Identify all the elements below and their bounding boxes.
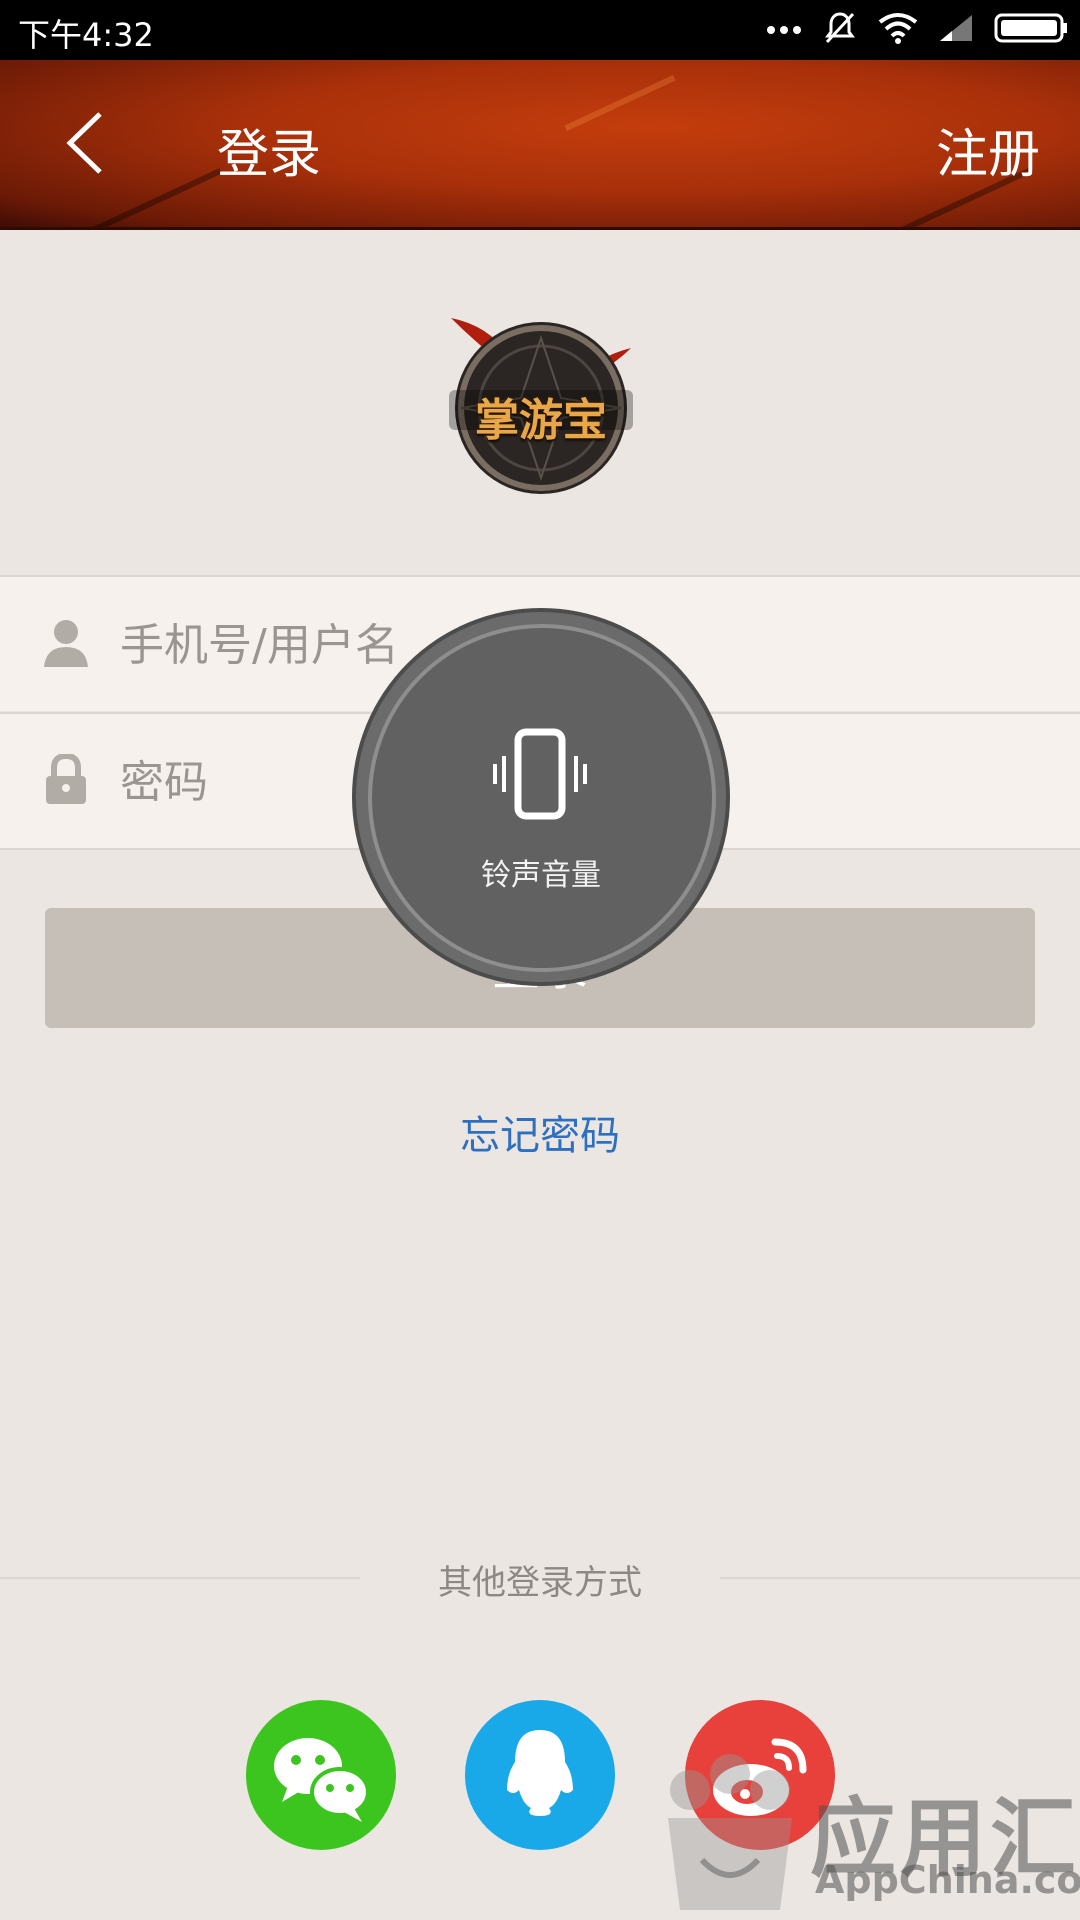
wifi-icon	[878, 12, 918, 48]
qq-penguin-icon	[507, 1730, 573, 1816]
battery-icon	[994, 12, 1068, 48]
mute-bell-icon	[822, 10, 858, 50]
watermark-logo-icon	[668, 1754, 792, 1910]
vibrate-phone-icon	[493, 728, 587, 820]
appchina-watermark: 应用汇 AppChina.com	[650, 1740, 1080, 1920]
back-button[interactable]	[60, 108, 120, 178]
wechat-login-button[interactable]	[246, 1700, 396, 1850]
header-bar: 登录 注册	[0, 60, 1080, 230]
lock-icon	[42, 752, 90, 806]
more-dots-icon	[766, 21, 802, 40]
chevron-left-icon	[66, 112, 102, 174]
wechat-icon	[274, 1738, 370, 1822]
status-bar: 下午4:32	[0, 0, 1080, 60]
logo-text: 掌游宝	[475, 395, 607, 446]
volume-label: 铃声音量	[481, 858, 601, 893]
forgot-password-link[interactable]: 忘记密码	[0, 1103, 1080, 1161]
qq-login-button[interactable]	[465, 1700, 615, 1850]
watermark-domain: AppChina.com	[815, 1858, 1080, 1902]
signal-icon	[938, 13, 974, 47]
volume-overlay: 铃声音量	[356, 612, 726, 982]
app-logo: 掌游宝	[441, 308, 641, 498]
other-login-label: 其他登录方式	[438, 1563, 642, 1603]
register-button[interactable]: 注册	[936, 112, 1040, 187]
page-title: 登录	[217, 125, 322, 185]
status-time: 下午4:32	[18, 16, 154, 54]
user-icon	[42, 617, 90, 669]
header-decoration	[564, 74, 676, 132]
status-icons	[766, 12, 1068, 48]
